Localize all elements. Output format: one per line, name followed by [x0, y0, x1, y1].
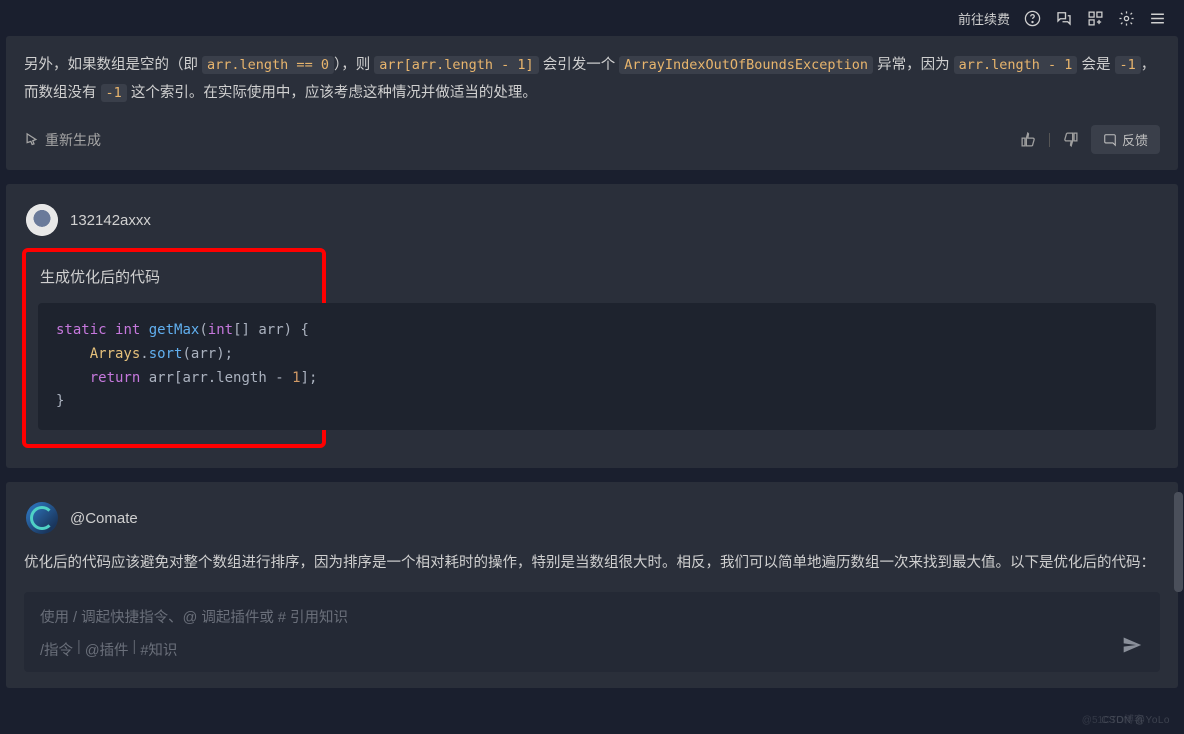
user-header: 132142axxx — [24, 200, 1160, 250]
username: 132142axxx — [70, 212, 151, 229]
inline-code: -1 — [101, 84, 127, 102]
thumbs-up-icon[interactable] — [1020, 131, 1037, 148]
inline-code: ArrayIndexOutOfBoundsException — [619, 56, 873, 74]
action-row: 重新生成 反馈 — [24, 125, 1160, 154]
comate-message: @Comate 优化后的代码应该避免对整个数组进行排序，因为排序是一个相对耗时的… — [6, 482, 1178, 688]
comate-header: @Comate — [24, 498, 1160, 550]
help-icon[interactable] — [1024, 10, 1041, 27]
inline-code: arr[arr.length - 1] — [374, 56, 538, 74]
input-hints: /指令 | @插件 | #知识 — [40, 639, 1144, 660]
highlight-annotation: 生成优化后的代码 static int getMax(int[] arr) { … — [22, 248, 326, 448]
input-placeholder: 使用 / 调起快捷指令、@ 调起插件或 # 引用知识 — [40, 606, 1144, 627]
comate-reply: 优化后的代码应该避免对整个数组进行排序，因为排序是一个相对耗时的操作，特别是当数… — [24, 550, 1160, 578]
assistant-paragraph: 另外，如果数组是空的（即 arr.length == 0），则 arr[arr.… — [24, 52, 1160, 107]
hint-plugin[interactable]: @插件 — [85, 639, 129, 660]
gear-icon[interactable] — [1118, 10, 1135, 27]
avatar — [26, 204, 58, 236]
menu-icon[interactable] — [1149, 10, 1166, 27]
code-block: static int getMax(int[] arr) { Arrays.so… — [38, 303, 1156, 430]
right-actions: 反馈 — [1020, 125, 1160, 154]
watermark: CSDN @YoLo — [1101, 715, 1170, 726]
chat-icon[interactable] — [1055, 9, 1073, 27]
assistant-message: 另外，如果数组是空的（即 arr.length == 0），则 arr[arr.… — [6, 36, 1178, 170]
inline-code: -1 — [1115, 56, 1141, 74]
feedback-button[interactable]: 反馈 — [1091, 125, 1160, 154]
comate-avatar — [26, 502, 58, 534]
comate-name: @Comate — [70, 510, 138, 527]
regenerate-button[interactable]: 重新生成 — [24, 130, 101, 150]
grid-icon[interactable] — [1087, 10, 1104, 27]
thumbs-down-icon[interactable] — [1062, 131, 1079, 148]
user-message: 132142axxx 生成优化后的代码 static int getMax(in… — [6, 184, 1178, 468]
scrollbar-thumb[interactable] — [1174, 492, 1183, 592]
divider — [1049, 133, 1050, 147]
renew-link[interactable]: 前往续费 — [958, 9, 1010, 28]
inline-code: arr.length - 1 — [954, 56, 1078, 74]
inline-code: arr.length == 0 — [202, 56, 334, 74]
input-area[interactable]: 使用 / 调起快捷指令、@ 调起插件或 # 引用知识 /指令 | @插件 | #… — [24, 592, 1160, 672]
hint-cmd[interactable]: /指令 — [40, 639, 73, 660]
chat-main: 另外，如果数组是空的（即 arr.length == 0），则 arr[arr.… — [0, 36, 1184, 712]
send-icon[interactable] — [1122, 635, 1142, 658]
prompt-title: 生成优化后的代码 — [40, 266, 308, 287]
hint-knowledge[interactable]: #知识 — [140, 639, 177, 660]
topbar: 前往续费 — [0, 0, 1184, 36]
